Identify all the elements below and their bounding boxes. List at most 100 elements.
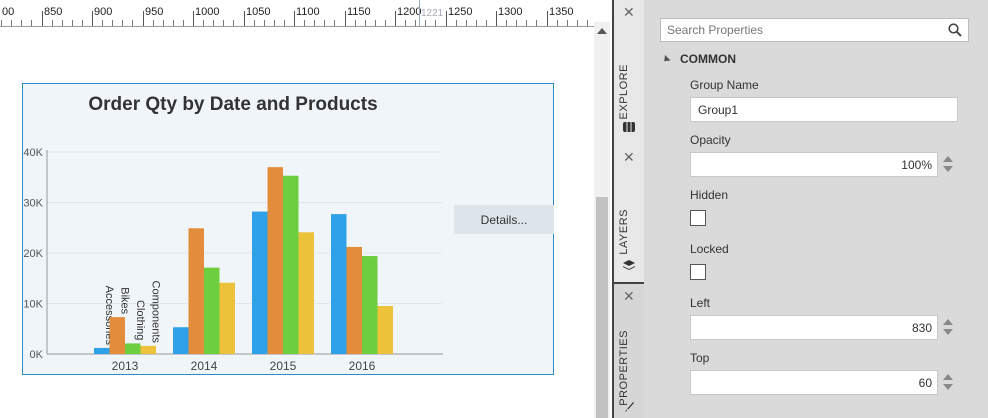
- y-tick-label: 30K: [23, 198, 43, 210]
- bar: [298, 232, 314, 354]
- opacity-field[interactable]: 100%: [690, 152, 938, 177]
- stepper-up-icon[interactable]: [943, 374, 953, 380]
- ruler-minor-tick: [405, 20, 406, 26]
- ruler-minor-tick: [415, 20, 416, 26]
- ruler-minor-tick: [506, 20, 507, 26]
- ruler-minor-tick: [587, 20, 588, 26]
- ruler-minor-tick: [486, 20, 487, 26]
- tab-properties[interactable]: ✕ PROPERTIES: [614, 284, 644, 418]
- tab-layers[interactable]: ✕ LAYERS: [614, 145, 644, 282]
- ruler-minor-tick: [233, 20, 234, 26]
- search-properties-input[interactable]: Search Properties: [660, 18, 969, 42]
- tab-properties-label: PROPERTIES: [618, 330, 630, 406]
- group-name-label: Group Name: [690, 78, 759, 92]
- chart-widget[interactable]: 0K 10K 20K 30K 40K Accessories Bikes Clothing Co…: [22, 83, 554, 375]
- details-button[interactable]: Details...: [454, 205, 554, 234]
- close-icon[interactable]: ✕: [623, 5, 635, 19]
- top-field[interactable]: 60: [690, 370, 938, 395]
- series-label: Bikes: [118, 287, 130, 314]
- ruler-label: 1050: [246, 6, 271, 18]
- ruler-minor-tick: [122, 20, 123, 26]
- horizontal-ruler: 00 850 900 950 1000 1050 1100 1150 1200 1250 1300 1…: [0, 0, 594, 27]
- ruler-minor-tick: [567, 20, 568, 26]
- ruler-minor-tick: [62, 20, 63, 26]
- x-tick-label: 2014: [191, 359, 218, 373]
- ruler-minor-tick: [132, 20, 133, 26]
- close-icon[interactable]: ✕: [623, 150, 635, 164]
- bar: [283, 175, 299, 354]
- bar: [377, 306, 393, 354]
- ruler-cursor-marker: [419, 0, 420, 26]
- ruler-minor-tick: [456, 20, 457, 26]
- ruler-minor-tick: [173, 20, 174, 26]
- stepper-up-icon[interactable]: [943, 319, 953, 325]
- x-tick-label: 2016: [349, 359, 376, 373]
- bar: [219, 282, 235, 354]
- bar: [204, 267, 220, 354]
- x-tick-label: 2013: [112, 359, 139, 373]
- collapse-triangle-icon[interactable]: [661, 55, 671, 65]
- hidden-checkbox[interactable]: [690, 210, 706, 226]
- ruler-minor-tick: [355, 20, 356, 26]
- chart-title: Order Qty by Date and Products: [88, 94, 378, 115]
- bar: [346, 246, 362, 354]
- brush-icon: [624, 402, 634, 412]
- stepper-down-icon[interactable]: [943, 166, 953, 172]
- left-label: Left: [690, 296, 711, 310]
- ruler-minor-tick: [82, 20, 83, 26]
- scrollbar-thumb[interactable]: [596, 197, 608, 418]
- ruler-minor-tick: [365, 20, 366, 26]
- ruler-minor-tick: [254, 20, 255, 26]
- ruler-label: 950: [145, 6, 164, 18]
- stepper-down-icon[interactable]: [943, 329, 953, 335]
- y-tick-label: 10K: [23, 299, 43, 311]
- ruler-minor-tick: [213, 20, 214, 26]
- bar: [331, 214, 347, 354]
- ruler-minor-tick: [153, 20, 154, 26]
- stepper-up-icon[interactable]: [943, 156, 953, 162]
- ruler-minor-tick: [557, 20, 558, 26]
- ruler-label: 1000: [195, 6, 220, 18]
- ruler-minor-tick: [516, 20, 517, 26]
- ruler-minor-tick: [314, 20, 315, 26]
- ruler-minor-tick: [274, 20, 275, 26]
- series-label: Clothing: [134, 300, 146, 340]
- ruler-minor-tick: [183, 20, 184, 26]
- locked-checkbox[interactable]: [690, 264, 706, 280]
- ruler-cursor-label: 1221: [421, 8, 444, 19]
- opacity-stepper[interactable]: [940, 152, 956, 177]
- ruler-minor-tick: [526, 20, 527, 26]
- scroll-up-arrow-icon[interactable]: [597, 28, 607, 34]
- ruler-minor-tick: [52, 20, 53, 26]
- y-tick-label: 20K: [23, 248, 43, 260]
- ruler-label: 900: [94, 6, 113, 18]
- ruler-minor-tick: [435, 20, 436, 26]
- ruler-label: 1200: [397, 6, 422, 18]
- explore-icon: [623, 122, 635, 132]
- ruler-minor-tick: [466, 20, 467, 26]
- bar: [362, 256, 378, 354]
- section-common[interactable]: COMMON: [661, 52, 736, 66]
- group-name-field[interactable]: Group1: [690, 97, 958, 122]
- top-stepper[interactable]: [940, 370, 956, 395]
- search-icon[interactable]: [948, 23, 962, 37]
- ruler-minor-tick: [11, 20, 12, 26]
- design-canvas[interactable]: 00 850 900 950 1000 1050 1100 1150 1200 1250 1300 1…: [0, 0, 594, 418]
- top-label: Top: [690, 351, 710, 365]
- left-stepper[interactable]: [940, 315, 956, 340]
- section-title: COMMON: [680, 52, 736, 66]
- tab-explore[interactable]: ✕ EXPLORE: [614, 0, 644, 145]
- bar: [140, 345, 156, 354]
- ruler-label: 1100: [296, 6, 320, 18]
- bar: [252, 211, 268, 354]
- close-icon[interactable]: ✕: [623, 289, 635, 303]
- ruler-minor-tick: [112, 20, 113, 26]
- vertical-scrollbar[interactable]: [594, 22, 610, 418]
- stepper-down-icon[interactable]: [943, 384, 953, 390]
- left-field[interactable]: 830: [690, 315, 938, 340]
- y-tick-label: 0K: [30, 349, 44, 361]
- ruler-label: 1350: [549, 6, 574, 18]
- search-placeholder: Search Properties: [667, 23, 764, 37]
- y-tick-label: 40K: [23, 147, 43, 159]
- tab-layers-label: LAYERS: [618, 209, 630, 255]
